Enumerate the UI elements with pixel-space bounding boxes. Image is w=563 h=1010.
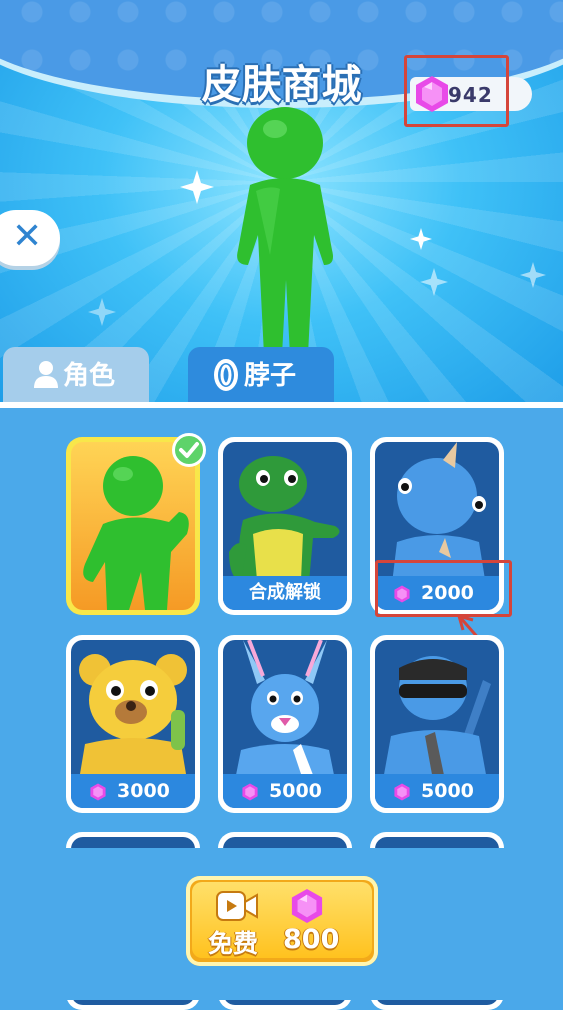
close-button[interactable]: ✕ (0, 210, 60, 266)
star-sparkle-icon (180, 170, 214, 204)
tab-character-label: 角色 (63, 361, 116, 391)
skin-card-green-stickman[interactable] (66, 433, 206, 615)
highlight-box (375, 560, 512, 617)
star-sparkle-icon (520, 262, 546, 288)
gem-icon (291, 889, 323, 923)
video-icon (216, 891, 258, 921)
character-preview[interactable] (220, 105, 350, 355)
price-bar: 3000 (71, 774, 195, 808)
ring-icon (214, 359, 238, 391)
tab-neck[interactable]: 脖子 (188, 347, 334, 403)
green-stickman-image (83, 456, 189, 610)
gem-icon (90, 783, 106, 801)
star-sparkle-icon (410, 228, 432, 250)
gem-icon (242, 783, 258, 801)
free-gem-value: 800 (283, 924, 340, 955)
price-bar: 5000 (223, 774, 347, 808)
close-icon: ✕ (12, 216, 43, 257)
skin-card-bunny[interactable]: 5000 (218, 635, 352, 813)
preview-area: 皮肤商城 942 ✕ 角色 脖子 (0, 0, 563, 405)
price-value: 3000 (117, 780, 170, 802)
skin-card-turtle[interactable]: 合成解锁 (218, 437, 352, 615)
selected-check-icon (172, 433, 206, 467)
price-value: 5000 (269, 780, 322, 802)
price-value: 5000 (421, 780, 474, 802)
price-bar: 5000 (375, 774, 499, 808)
skin-card-bear[interactable]: 3000 (66, 635, 200, 813)
star-sparkle-icon (420, 268, 448, 296)
unlock-label: 合成解锁 (223, 576, 347, 610)
person-icon (34, 361, 58, 388)
highlight-box (404, 55, 509, 127)
star-sparkle-icon (88, 298, 116, 326)
tab-neck-label: 脖子 (244, 361, 297, 391)
gem-icon (394, 783, 410, 801)
free-gems-button[interactable]: 免费 800 (186, 876, 378, 966)
tab-character[interactable]: 角色 (3, 347, 149, 403)
skin-card-ninja[interactable]: 5000 (370, 635, 504, 813)
free-label: 免费 (208, 929, 259, 958)
